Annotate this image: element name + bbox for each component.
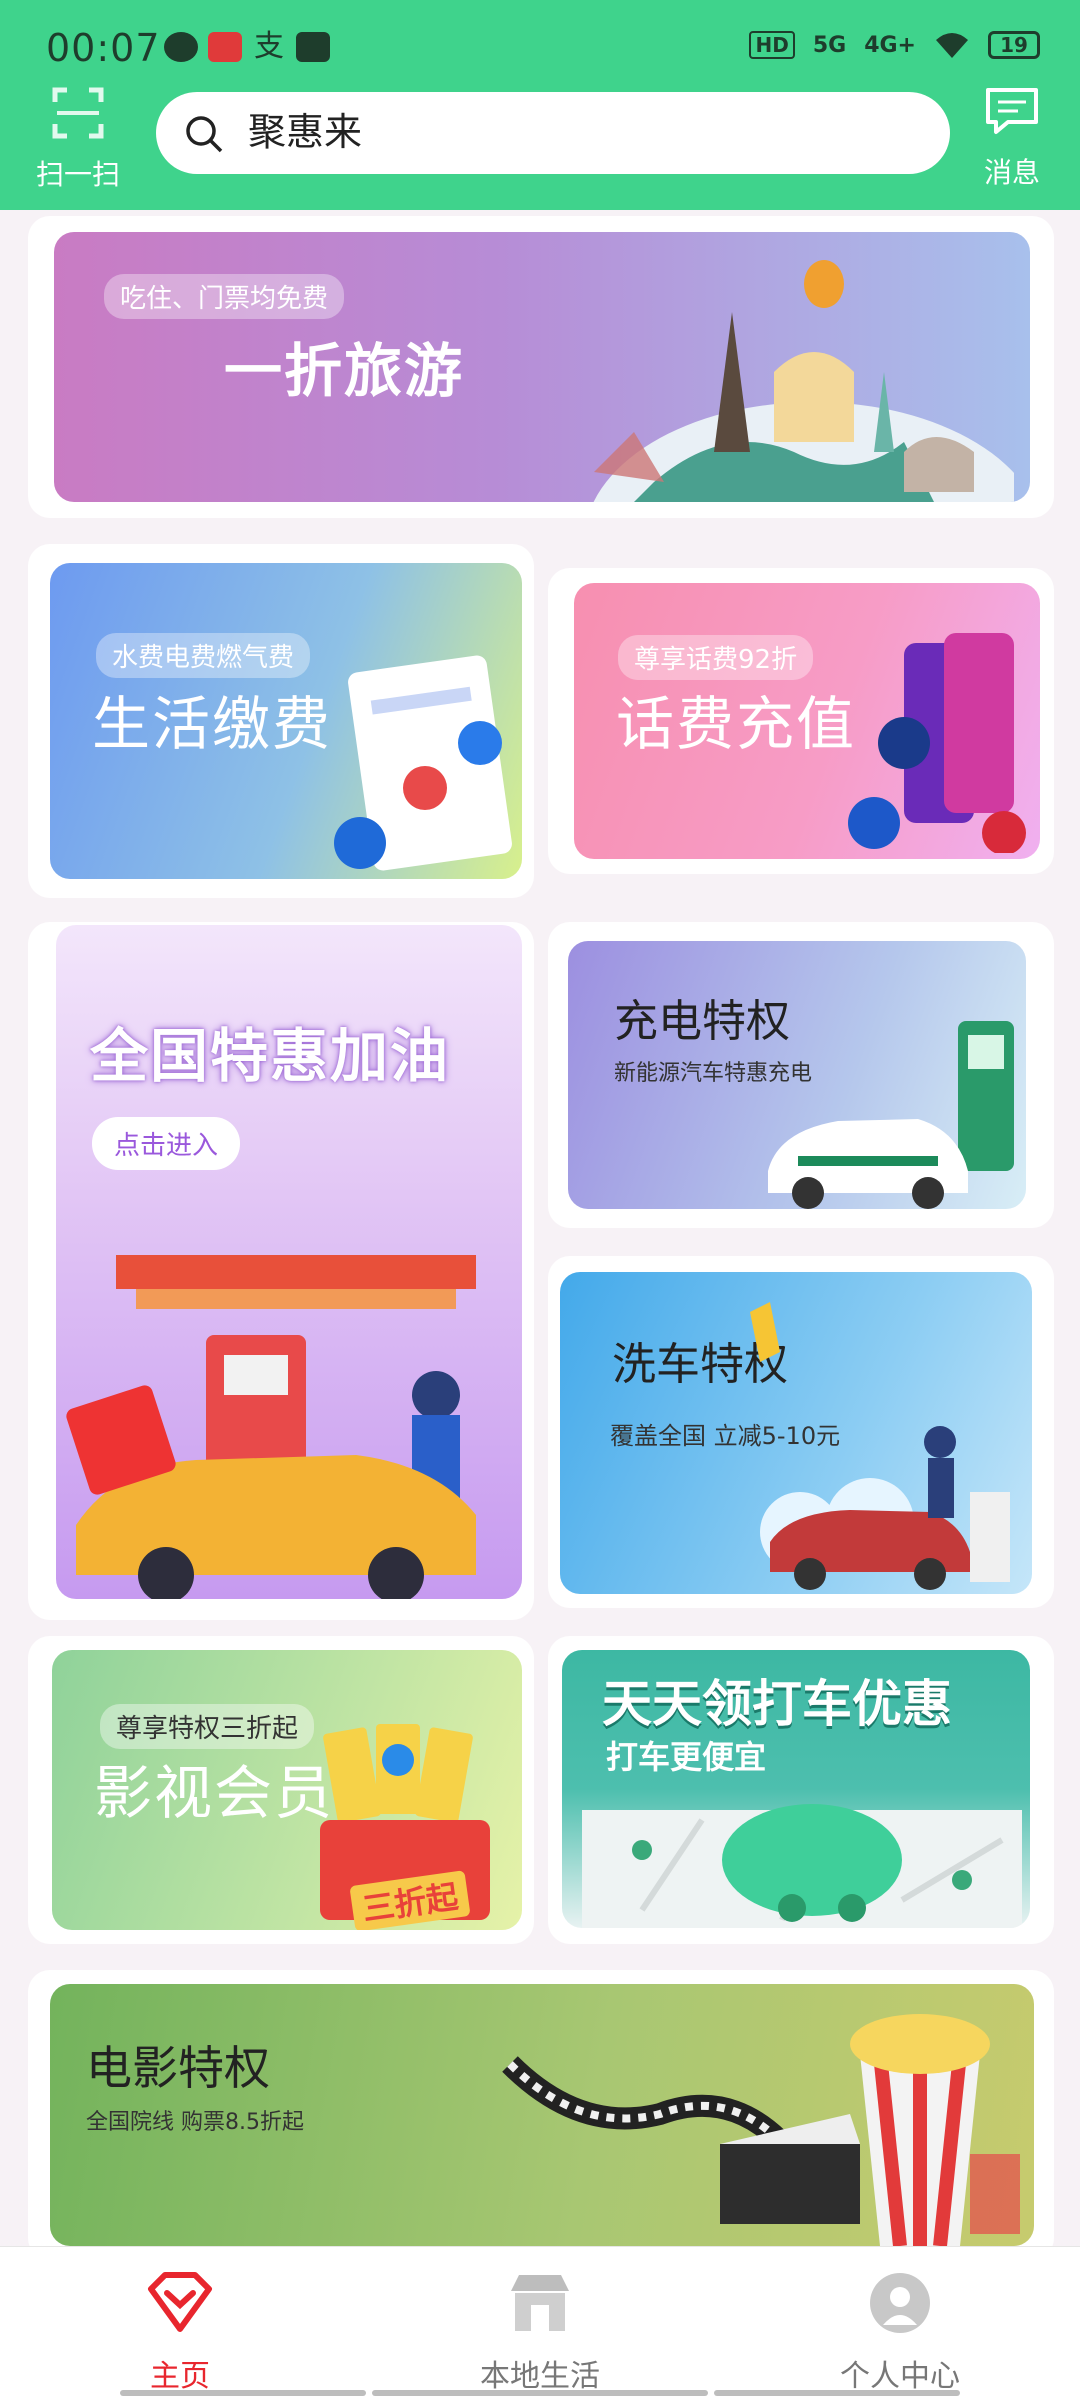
toutiao-icon — [208, 32, 242, 62]
movie-illustration — [502, 2014, 1020, 2246]
movie-title: 电影特权 — [86, 2041, 270, 2095]
movie-subtitle: 全国院线 购票8.5折起 — [86, 2110, 304, 2135]
status-time: 00:07 — [46, 26, 161, 70]
utilities-tag: 水费电费燃气费 — [96, 633, 311, 678]
fuel-illustration — [66, 1255, 476, 1599]
carwash-banner[interactable]: 洗车特权 覆盖全国 立减5-10元 — [560, 1272, 1032, 1594]
status-bar: 00:07 支 HD 5G 4G+ 19 — [0, 0, 1080, 90]
search-icon — [186, 116, 223, 153]
taxi-illustration — [582, 1804, 1022, 1928]
scroll-indicator — [714, 2390, 960, 2396]
nav-profile[interactable]: 个人中心 — [780, 2271, 1020, 2395]
phone-title: 话费充值 — [616, 690, 857, 758]
wechat-icon — [164, 32, 198, 62]
scroll-indicator — [372, 2390, 708, 2396]
fuel-title: 全国特惠加油 — [90, 1022, 451, 1090]
battery-indicator: 19 — [988, 31, 1040, 59]
shop-icon — [511, 2275, 569, 2331]
nav-local-life-label: 本地生活 — [480, 2359, 600, 2394]
scan-label: 扫一扫 — [35, 158, 120, 191]
video-banner[interactable]: 尊享特权三折起 影视会员 三折起 — [52, 1650, 522, 1930]
network-4g-indicator: 4G+ — [864, 32, 916, 58]
travel-title: 一折旅游 — [224, 337, 465, 405]
phone-tag: 尊享话费92折 — [618, 635, 814, 680]
utilities-title: 生活缴费 — [92, 690, 333, 758]
alipay-icon: 支 — [254, 29, 284, 64]
travel-tag: 吃住、门票均免费 — [104, 274, 345, 319]
scan-icon — [52, 87, 104, 139]
charging-banner[interactable]: 充电特权 新能源汽车特惠充电 — [568, 941, 1026, 1209]
tiktok-icon — [296, 32, 330, 62]
search-bar[interactable]: 聚惠来 — [156, 92, 950, 174]
video-title: 影视会员 — [94, 1759, 335, 1827]
video-tag: 尊享特权三折起 — [100, 1704, 315, 1749]
phone-illustration — [848, 633, 1026, 853]
nav-home[interactable]: 主页 — [60, 2271, 300, 2395]
phone-banner[interactable]: 尊享话费92折 话费充值 — [574, 583, 1040, 859]
search-text: 聚惠来 — [248, 110, 363, 154]
taxi-subtitle: 打车更便宜 — [606, 1738, 767, 1776]
hd-indicator: HD — [749, 31, 795, 59]
home-icon — [148, 2272, 212, 2332]
nav-profile-label: 个人中心 — [840, 2359, 960, 2394]
travel-illustration — [593, 260, 1014, 502]
carwash-illustration — [750, 1302, 1010, 1590]
message-icon — [986, 88, 1038, 134]
nav-home-label: 主页 — [150, 2359, 210, 2394]
profile-icon — [870, 2273, 930, 2333]
scroll-indicator — [120, 2390, 366, 2396]
fuel-banner[interactable]: 全国特惠加油 点击进入 — [56, 925, 522, 1599]
network-5g-indicator: 5G — [812, 32, 847, 58]
scan-button[interactable]: 扫一扫 — [28, 86, 128, 193]
nav-local-life[interactable]: 本地生活 — [420, 2271, 660, 2395]
fuel-enter-button[interactable]: 点击进入 — [92, 1117, 241, 1170]
wifi-icon — [936, 33, 968, 58]
app-header: 00:07 支 HD 5G 4G+ 19 扫一扫 聚惠来 消息 — [0, 0, 1080, 210]
charging-illustration — [768, 1021, 1014, 1209]
travel-banner[interactable]: 吃住、门票均免费 一折旅游 — [54, 232, 1030, 502]
taxi-banner[interactable]: 天天领打车优惠 打车更便宜 — [562, 1650, 1030, 1928]
utilities-banner[interactable]: 水费电费燃气费 生活缴费 — [50, 563, 522, 879]
utilities-illustration — [334, 655, 512, 871]
messages-label: 消息 — [983, 156, 1040, 189]
bottom-navigation: 主页 本地生活 个人中心 — [0, 2246, 1080, 2400]
taxi-title: 天天领打车优惠 — [602, 1675, 952, 1733]
messages-button[interactable]: 消息 — [964, 86, 1060, 191]
movie-banner[interactable]: 电影特权 全国院线 购票8.5折起 — [50, 1984, 1034, 2246]
status-indicators: HD 5G 4G+ 19 — [749, 30, 1040, 60]
